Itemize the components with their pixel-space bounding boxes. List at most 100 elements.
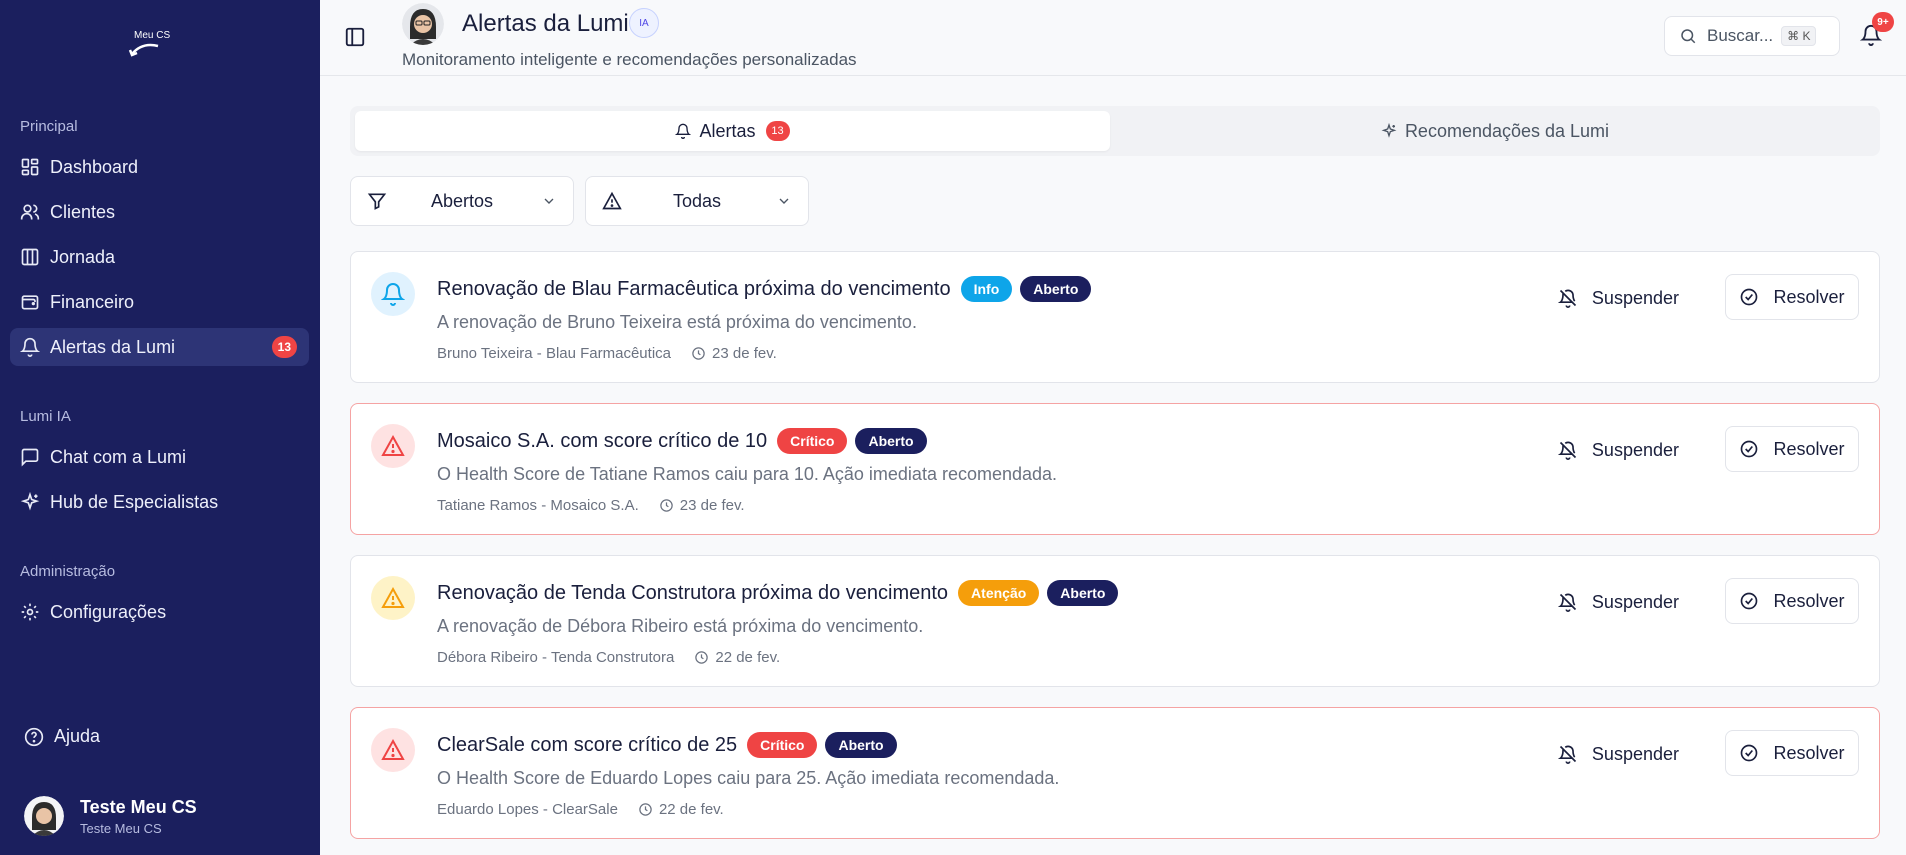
help-link[interactable]: Ajuda: [24, 726, 100, 747]
warning-icon: [381, 586, 405, 608]
section-lumi-ia: Lumi IA: [20, 408, 71, 425]
check-circle-icon: [1741, 592, 1758, 610]
sidebar-item-financeiro[interactable]: Financeiro: [10, 283, 309, 321]
clock-icon: [660, 499, 673, 512]
clock-icon: [695, 651, 709, 664]
sidebar-item-alertas[interactable]: Alertas da Lumi 13: [10, 328, 309, 366]
bell-off-icon: [1557, 289, 1577, 308]
severity-badge: Crítico: [777, 428, 848, 454]
sidebar-item-label: Clientes: [50, 201, 116, 222]
users-icon: [20, 204, 40, 220]
tab-recomendacoes[interactable]: Recomendações da Lumi: [1115, 111, 1875, 151]
clock-icon: [639, 803, 652, 816]
alert-title: Renovação de Blau Farmacêutica próxima d…: [437, 277, 951, 300]
alert-meta: Débora Ribeiro - Tenda Construtora 22 de…: [437, 649, 780, 666]
sidebar-item-label: Chat com a Lumi: [50, 446, 187, 467]
alert-title-row: Mosaico S.A. com score crítico de 10 Crí…: [437, 428, 935, 454]
bell-icon: [675, 123, 692, 139]
chat-icon: [21, 448, 39, 467]
severity-filter-value: Todas: [672, 190, 722, 211]
alert-title: ClearSale com score crítico de 25: [437, 733, 738, 756]
alert-card[interactable]: Renovação de Blau Farmacêutica próxima d…: [350, 251, 1880, 383]
check-circle-icon: [1741, 288, 1758, 306]
section-administracao: Administração: [20, 563, 116, 580]
sparkles-icon: [20, 492, 40, 511]
check-circle-icon: [1741, 744, 1758, 762]
sidebar-item-dashboard[interactable]: Dashboard: [10, 148, 309, 186]
alert-description: A renovação de Débora Ribeiro está próxi…: [437, 616, 924, 636]
section-principal: Principal: [20, 118, 78, 135]
alert-title-row: Renovação de Blau Farmacêutica próxima d…: [437, 276, 1099, 302]
alert-type-icon: [371, 424, 415, 468]
page-title: Alertas da Lumi: [462, 10, 629, 37]
status-filter-select[interactable]: Abertos: [350, 176, 574, 226]
severity-filter-select[interactable]: Todas: [585, 176, 809, 226]
sidebar-toggle-icon[interactable]: [344, 26, 366, 48]
page-header: Alertas da Lumi IA Monitoramento intelig…: [320, 0, 1906, 76]
resolve-label: Resolver: [1773, 438, 1845, 459]
severity-badge: Atenção: [958, 580, 1040, 606]
resolve-label: Resolver: [1773, 286, 1845, 307]
suspend-button[interactable]: Suspender: [1544, 580, 1693, 624]
sidebar-item-label: Alertas da Lumi: [50, 336, 176, 357]
bell-icon: [20, 337, 40, 357]
avatar: [24, 796, 64, 836]
resolve-button[interactable]: Resolver: [1725, 578, 1859, 624]
alert-type-icon: [371, 728, 415, 772]
dashboard-icon: [21, 158, 39, 176]
tabs: Alertas 13 Recomendações da Lumi: [350, 106, 1880, 156]
severity-badge: Info: [960, 276, 1013, 302]
gear-icon: [21, 603, 39, 621]
status-badge: Aberto: [1020, 276, 1092, 302]
sidebar-item-label: Hub de Especialistas: [50, 491, 219, 512]
notifications-badge: 9+: [1872, 12, 1894, 32]
tab-label: Recomendações da Lumi: [1404, 120, 1610, 141]
meu-cs-logo[interactable]: Meu CS: [128, 24, 192, 60]
tab-label: Alertas: [699, 120, 756, 141]
severity-badge: Crítico: [747, 732, 818, 758]
resolve-button[interactable]: Resolver: [1725, 426, 1859, 472]
user-profile[interactable]: Teste Meu CS Teste Meu CS: [24, 796, 197, 836]
sidebar-item-hub[interactable]: Hub de Especialistas: [10, 483, 309, 521]
alert-card[interactable]: ClearSale com score crítico de 25 Crític…: [350, 707, 1880, 839]
chevron-down-icon: [544, 198, 554, 204]
sidebar: Meu CS Principal Dashboard Clientes Jorn…: [0, 0, 320, 855]
suspend-button[interactable]: Suspender: [1544, 428, 1693, 472]
suspend-label: Suspender: [1591, 591, 1679, 612]
wallet-icon: [21, 295, 39, 310]
alert-card[interactable]: Renovação de Tenda Construtora próxima d…: [350, 555, 1880, 687]
sidebar-item-chat[interactable]: Chat com a Lumi: [10, 438, 309, 476]
search-button[interactable]: Buscar... ⌘ K: [1664, 16, 1840, 56]
resolve-label: Resolver: [1773, 742, 1845, 763]
alert-contact: Eduardo Lopes - ClearSale: [437, 801, 618, 818]
alert-description: O Health Score de Eduardo Lopes caiu par…: [437, 768, 1060, 788]
bell-off-icon: [1557, 441, 1577, 460]
user-subtitle: Teste Meu CS: [80, 820, 162, 836]
suspend-button[interactable]: Suspender: [1544, 732, 1693, 776]
alert-title-row: Renovação de Tenda Construtora próxima d…: [437, 580, 1126, 606]
sidebar-item-jornada[interactable]: Jornada: [10, 238, 309, 276]
suspend-label: Suspender: [1591, 743, 1679, 764]
suspend-button[interactable]: Suspender: [1544, 276, 1693, 320]
help-label: Ajuda: [54, 726, 101, 746]
search-label: Buscar...: [1707, 26, 1774, 45]
alert-date: 22 de fev.: [658, 801, 724, 818]
resolve-button[interactable]: Resolver: [1725, 730, 1859, 776]
alert-type-icon: [371, 272, 415, 316]
page-subtitle: Monitoramento inteligente e recomendaçõe…: [402, 50, 857, 69]
alert-contact: Bruno Teixeira - Blau Farmacêutica: [437, 345, 671, 362]
ia-badge: IA: [629, 8, 659, 38]
alert-contact: Débora Ribeiro - Tenda Construtora: [437, 649, 675, 666]
sidebar-item-clientes[interactable]: Clientes: [10, 193, 309, 231]
sidebar-item-configuracoes[interactable]: Configurações: [10, 593, 309, 631]
alert-date: 23 de fev.: [712, 345, 777, 362]
suspend-label: Suspender: [1591, 439, 1679, 460]
tab-alertas[interactable]: Alertas 13: [355, 111, 1110, 151]
resolve-button[interactable]: Resolver: [1725, 274, 1859, 320]
clock-icon: [692, 347, 705, 360]
check-circle-icon: [1741, 440, 1758, 458]
alert-title: Renovação de Tenda Construtora próxima d…: [437, 581, 949, 604]
status-badge: Aberto: [825, 732, 897, 758]
alert-meta: Tatiane Ramos - Mosaico S.A. 23 de fev.: [437, 497, 745, 514]
alert-card[interactable]: Mosaico S.A. com score crítico de 10 Crí…: [350, 403, 1880, 535]
